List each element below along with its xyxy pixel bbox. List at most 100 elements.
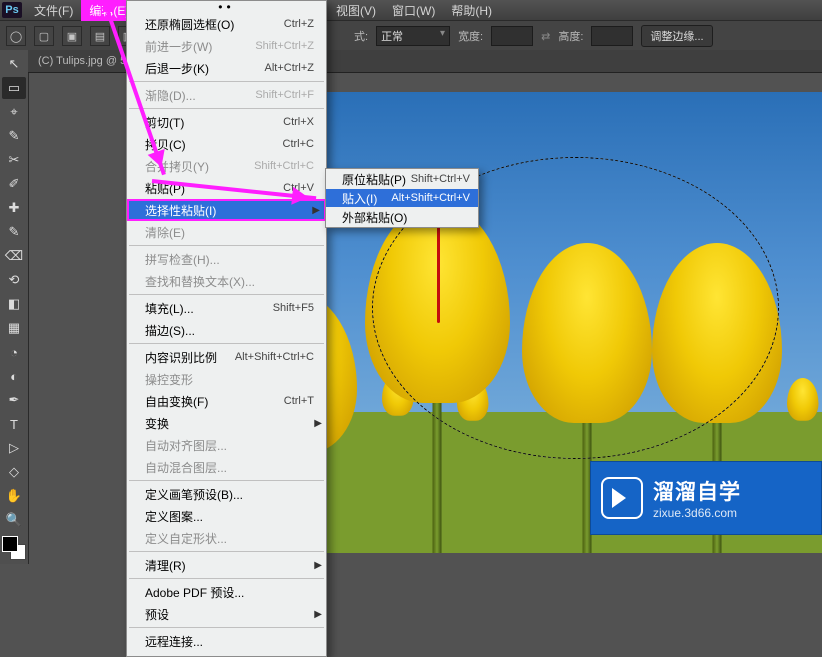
submenu-item[interactable]: 贴入(I)Alt+Shift+Ctrl+V: [326, 189, 478, 207]
spot-heal-tool[interactable]: ✚: [2, 197, 26, 219]
zoom-tool[interactable]: 🔍: [2, 509, 26, 531]
menu-separator: [129, 578, 324, 579]
brush-tool[interactable]: ✎: [2, 221, 26, 243]
menu-item-label: 定义画笔预设(B)...: [145, 486, 318, 503]
menu-item[interactable]: 填充(L)...Shift+F5: [127, 297, 326, 319]
menu-item[interactable]: 定义画笔预设(B)...: [127, 483, 326, 505]
document-tab[interactable]: (C) Tulips.jpg @ 56: [38, 55, 132, 67]
watermark-banner: 溜溜自学 zixue.3d66.com: [590, 461, 822, 535]
submenu-item-shortcut: Shift+Ctrl+V: [411, 173, 470, 185]
menu-item-label: 还原椭圆选框(O): [145, 16, 284, 33]
height-input[interactable]: [591, 26, 633, 46]
menu-help[interactable]: 帮助(H): [443, 0, 500, 21]
menu-item: 操控变形: [127, 368, 326, 390]
mode-select[interactable]: 正常: [376, 26, 450, 46]
type-tool[interactable]: T: [2, 413, 26, 435]
menu-item-label: 自动混合图层...: [145, 459, 318, 476]
submenu-item[interactable]: 原位粘贴(P)Shift+Ctrl+V: [326, 169, 478, 189]
menu-item[interactable]: 内容识别比例Alt+Shift+Ctrl+C: [127, 346, 326, 368]
menu-item-label: 拼写检查(H)...: [145, 251, 318, 268]
paste-special-submenu: 原位粘贴(P)Shift+Ctrl+V贴入(I)Alt+Shift+Ctrl+V…: [325, 168, 479, 228]
marquee-ellipse-icon[interactable]: ◯: [6, 26, 26, 46]
pen-tool[interactable]: ✒: [2, 389, 26, 411]
menu-separator: [129, 108, 324, 109]
menu-item-label: 自由变换(F): [145, 393, 284, 410]
menu-file[interactable]: 文件(F): [26, 0, 81, 21]
menu-item[interactable]: 后退一步(K)Alt+Ctrl+Z: [127, 57, 326, 79]
blur-tool[interactable]: ◔: [2, 341, 26, 363]
menu-item-label: 自动对齐图层...: [145, 437, 318, 454]
width-input[interactable]: [491, 26, 533, 46]
menu-separator: [129, 343, 324, 344]
menu-item-label: 剪切(T): [145, 114, 283, 131]
hand-tool[interactable]: ✋: [2, 485, 26, 507]
menu-item-label: 渐隐(D)...: [145, 87, 255, 104]
lasso-tool[interactable]: ⌖: [2, 101, 26, 123]
crop-tool[interactable]: ✂: [2, 149, 26, 171]
shape-tool[interactable]: ◇: [2, 461, 26, 483]
menu-item-label: 远程连接...: [145, 633, 318, 650]
menu-item-shortcut: Ctrl+T: [284, 395, 318, 407]
menu-item-shortcut: Shift+Ctrl+F: [255, 89, 318, 101]
menu-item[interactable]: 变换▶: [127, 412, 326, 434]
menu-item[interactable]: 描边(S)...: [127, 319, 326, 341]
eraser-tool[interactable]: ◧: [2, 293, 26, 315]
menu-item-shortcut: Ctrl+C: [283, 138, 318, 150]
menu-item[interactable]: 自由变换(F)Ctrl+T: [127, 390, 326, 412]
menu-item: 定义自定形状...: [127, 527, 326, 549]
app-logo: Ps: [2, 2, 22, 18]
watermark-url: zixue.3d66.com: [653, 506, 741, 520]
watermark-brand: 溜溜自学: [653, 476, 741, 506]
menu-item-shortcut: Alt+Ctrl+Z: [264, 62, 318, 74]
color-swatches[interactable]: [2, 536, 26, 560]
mode-label: 式:: [354, 28, 368, 44]
marquee-tool[interactable]: ▭: [2, 77, 26, 99]
menu-separator: [129, 480, 324, 481]
menu-item[interactable]: 剪切(T)Ctrl+X: [127, 111, 326, 133]
menu-item-label: 变换: [145, 415, 318, 432]
sel-sub-icon[interactable]: ▤: [90, 26, 110, 46]
menu-item-label: 操控变形: [145, 371, 318, 388]
menu-item[interactable]: 预设▶: [127, 603, 326, 625]
stamp-tool[interactable]: ⌫: [2, 245, 26, 267]
menu-item[interactable]: 远程连接...: [127, 630, 326, 652]
menu-item-label: 清理(R): [145, 557, 318, 574]
swap-wh-icon[interactable]: ⇄: [541, 30, 550, 43]
menu-separator: [129, 245, 324, 246]
menu-separator: [129, 81, 324, 82]
menu-item-shortcut: Shift+Ctrl+C: [254, 160, 318, 172]
sel-new-icon[interactable]: ▢: [34, 26, 54, 46]
menu-item[interactable]: Adobe PDF 预设...: [127, 581, 326, 603]
dodge-tool[interactable]: ◐: [2, 365, 26, 387]
menu-item: 自动混合图层...: [127, 456, 326, 478]
menu-item[interactable]: 定义图案...: [127, 505, 326, 527]
menu-item: 渐隐(D)...Shift+Ctrl+F: [127, 84, 326, 106]
history-brush-tool[interactable]: ⟲: [2, 269, 26, 291]
menu-item[interactable]: 还原椭圆选框(O)Ctrl+Z: [127, 13, 326, 35]
menu-item-label: 定义自定形状...: [145, 530, 318, 547]
menu-separator: [129, 551, 324, 552]
eyedropper-tool[interactable]: ✐: [2, 173, 26, 195]
menu-item-label: Adobe PDF 预设...: [145, 584, 318, 601]
menu-item-label: 定义图案...: [145, 508, 318, 525]
menu-item-shortcut: Alt+Shift+Ctrl+C: [235, 351, 318, 363]
dropdown-handle[interactable]: ••: [127, 1, 326, 13]
submenu-item[interactable]: 外部粘贴(O): [326, 207, 478, 227]
refine-edge-button[interactable]: 调整边缘...: [641, 25, 712, 47]
menu-item-shortcut: Ctrl+X: [283, 116, 318, 128]
move-tool[interactable]: ↖: [2, 53, 26, 75]
toolbox: ↖▭⌖✎✂✐✚✎⌫⟲◧▦◔◐✒T▷◇✋🔍: [0, 50, 29, 564]
menu-item: 自动对齐图层...: [127, 434, 326, 456]
submenu-item-label: 外部粘贴(O): [342, 209, 470, 226]
sel-add-icon[interactable]: ▣: [62, 26, 82, 46]
menu-window[interactable]: 窗口(W): [384, 0, 443, 21]
submenu-arrow-icon: ▶: [314, 609, 322, 620]
menu-item: 拼写检查(H)...: [127, 248, 326, 270]
quick-select-tool[interactable]: ✎: [2, 125, 26, 147]
path-select-tool[interactable]: ▷: [2, 437, 26, 459]
menu-item-label: 描边(S)...: [145, 322, 318, 339]
menu-item-shortcut: Shift+Ctrl+Z: [255, 40, 318, 52]
menu-view[interactable]: 视图(V): [328, 0, 384, 21]
menu-item[interactable]: 清理(R)▶: [127, 554, 326, 576]
gradient-tool[interactable]: ▦: [2, 317, 26, 339]
